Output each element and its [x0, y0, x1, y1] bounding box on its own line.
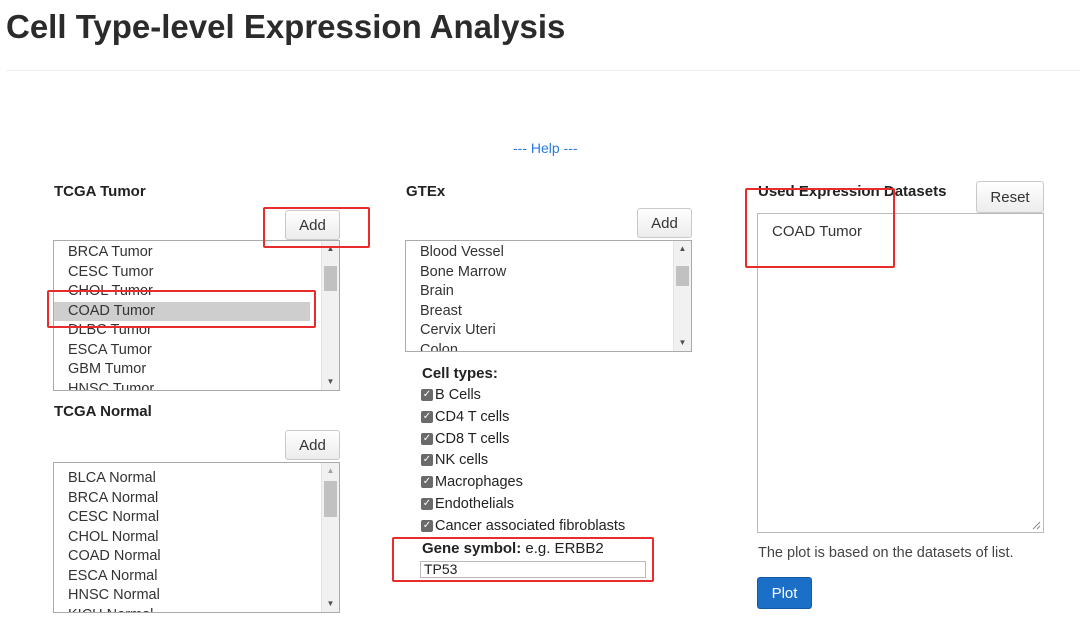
checkbox[interactable]: ✓: [421, 432, 433, 445]
checkbox[interactable]: ✓: [421, 498, 433, 510]
list-option[interactable]: DLBC Tumor: [54, 321, 322, 341]
checkbox[interactable]: ✓: [421, 454, 433, 467]
gene-symbol-title: Gene symbol:: [422, 540, 522, 557]
cell-type-option[interactable]: ✓ Macrophages: [421, 474, 523, 490]
list-option[interactable]: COAD Normal: [54, 547, 322, 567]
page-title: Cell Type-level Expression Analysis: [6, 8, 566, 45]
scroll-down-arrow-icon[interactable]: ▼: [322, 374, 339, 390]
list-option[interactable]: BLCA Normal: [54, 469, 322, 489]
tcga-normal-add-button[interactable]: Add: [285, 430, 340, 460]
list-option[interactable]: Breast: [406, 302, 674, 322]
cell-type-option[interactable]: ✓ Endothelials: [421, 496, 514, 512]
list-option[interactable]: HNSC Tumor: [54, 380, 322, 391]
checkbox[interactable]: ✓: [421, 519, 433, 532]
gtex-listbox[interactable]: Blood Vessel Bone Marrow Brain Breast Cervix…: [405, 240, 692, 352]
gene-symbol-label: Gene symbol: e.g. ERBB2: [422, 540, 604, 557]
gtex-label: GTEx: [406, 183, 446, 200]
plot-button[interactable]: Plot: [757, 577, 812, 609]
list-option[interactable]: CHOL Tumor: [54, 282, 322, 302]
datasets-note: The plot is based on the datasets of lis…: [758, 545, 1014, 561]
cell-type-option[interactable]: ✓ Cancer associated fibroblasts: [421, 518, 625, 534]
tcga-normal-scrollbar[interactable]: ▲ ▼: [321, 463, 339, 612]
tcga-tumor-add-button[interactable]: Add: [285, 210, 340, 240]
used-datasets-textarea[interactable]: COAD Tumor: [757, 213, 1044, 533]
list-option[interactable]: Blood Vessel: [406, 243, 674, 263]
cell-type-label: Cancer associated fibroblasts: [435, 517, 626, 534]
list-option[interactable]: ESCA Tumor: [54, 341, 322, 361]
list-option[interactable]: BRCA Tumor: [54, 243, 322, 263]
list-option[interactable]: Brain: [406, 282, 674, 302]
checkbox[interactable]: ✓: [421, 476, 433, 489]
title-divider: [6, 70, 1080, 71]
list-option[interactable]: BRCA Normal: [54, 489, 322, 509]
tcga-tumor-listbox[interactable]: BRCA Tumor CESC Tumor CHOL Tumor COAD Tumor…: [53, 240, 340, 391]
list-option[interactable]: CESC Normal: [54, 508, 322, 528]
list-option[interactable]: CESC Tumor: [54, 263, 322, 283]
scroll-down-arrow-icon[interactable]: ▼: [322, 596, 339, 612]
cell-type-label: Macrophages: [435, 474, 523, 491]
tcga-normal-label: TCGA Normal: [54, 403, 152, 420]
resize-grip-icon[interactable]: [1032, 521, 1041, 530]
scroll-up-arrow-icon[interactable]: ▲: [322, 241, 339, 257]
cell-type-option[interactable]: ✓ NK cells: [421, 452, 488, 468]
list-option[interactable]: KICH Normal: [54, 606, 322, 613]
gtex-add-button[interactable]: Add: [637, 208, 692, 238]
list-option[interactable]: HNSC Normal: [54, 586, 322, 606]
reset-button[interactable]: Reset: [976, 181, 1044, 213]
gene-symbol-input[interactable]: TP53: [420, 561, 646, 578]
gene-symbol-example: e.g. ERBB2: [525, 540, 604, 557]
list-option[interactable]: Cervix Uteri: [406, 321, 674, 341]
cell-type-label: Endothelials: [435, 496, 514, 512]
scroll-thumb[interactable]: [676, 266, 689, 286]
cell-type-label: CD8 T cells: [435, 430, 510, 447]
cell-type-label: NK cells: [435, 452, 489, 469]
cell-type-label: B Cells: [435, 387, 481, 403]
list-option[interactable]: Bone Marrow: [406, 263, 674, 283]
help-link[interactable]: --- Help ---: [513, 140, 578, 156]
list-option[interactable]: Colon: [406, 341, 674, 352]
list-option[interactable]: COAD Tumor: [54, 301, 310, 321]
tcga-tumor-scrollbar[interactable]: ▲ ▼: [321, 241, 339, 390]
checkbox[interactable]: ✓: [421, 389, 433, 401]
cell-type-option[interactable]: ✓ CD4 T cells: [421, 409, 509, 425]
scroll-thumb[interactable]: [324, 266, 337, 291]
list-option[interactable]: GBM Tumor: [54, 360, 322, 380]
scroll-down-arrow-icon[interactable]: ▼: [674, 335, 691, 351]
scroll-up-arrow-icon[interactable]: ▲: [674, 241, 691, 257]
list-option[interactable]: ESCA Normal: [54, 567, 322, 587]
used-datasets-content: COAD Tumor: [772, 223, 863, 240]
tcga-tumor-label: TCGA Tumor: [54, 183, 146, 200]
checkbox[interactable]: ✓: [421, 410, 433, 423]
gtex-scrollbar[interactable]: ▲ ▼: [673, 241, 691, 351]
cell-type-option[interactable]: ✓ B Cells: [421, 387, 481, 403]
list-option[interactable]: CHOL Normal: [54, 528, 322, 548]
scroll-thumb[interactable]: [324, 481, 337, 517]
scroll-up-arrow-icon[interactable]: ▲: [322, 463, 339, 479]
cell-types-label: Cell types:: [422, 365, 498, 382]
tcga-normal-listbox[interactable]: BLCA Normal BRCA Normal CESC Normal CHOL No…: [53, 462, 340, 613]
used-datasets-label: Used Expression Datasets: [758, 183, 947, 200]
cell-type-label: CD4 T cells: [435, 408, 510, 425]
cell-type-option[interactable]: ✓ CD8 T cells: [421, 431, 509, 447]
